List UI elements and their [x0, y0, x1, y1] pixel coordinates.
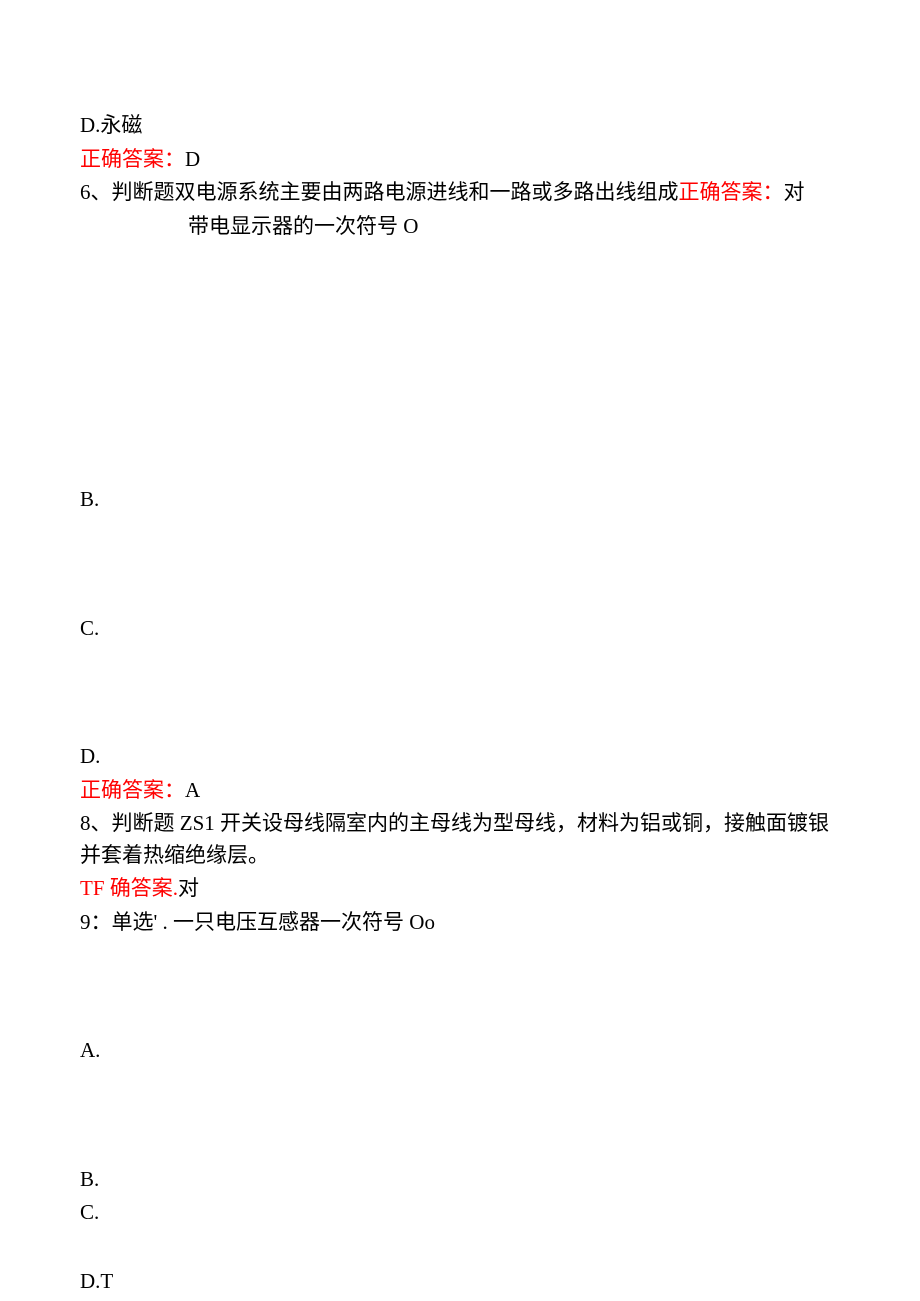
q7-option-d: D. — [80, 741, 840, 773]
q6-answer-label: 正确答案： — [679, 180, 784, 204]
spacer-1 — [80, 244, 840, 484]
q8-answer-value: 对 — [178, 876, 199, 900]
spacer-4 — [80, 940, 840, 1035]
q9-option-b: B. — [80, 1164, 840, 1196]
spacer-6 — [80, 1231, 840, 1266]
spacer-3 — [80, 646, 840, 741]
q7-option-b: B. — [80, 484, 840, 516]
q7-answer-line: 正确答案：A — [80, 775, 840, 807]
q9-option-c: C. — [80, 1197, 840, 1229]
q6-line: 6、判断题双电源系统主要由两路电源进线和一路或多路出线组成正确答案：对 — [80, 177, 840, 209]
q8-answer-label: TF 确答案. — [80, 876, 178, 900]
q8-answer-line: TF 确答案.对 — [80, 873, 840, 905]
q5-answer-label: 正确答案： — [80, 147, 185, 171]
q5-answer-value: D — [185, 147, 200, 171]
spacer-2 — [80, 518, 840, 613]
spacer-5 — [80, 1069, 840, 1164]
q9-option-d: D.T — [80, 1266, 840, 1298]
q7-answer-label: 正确答案： — [80, 778, 185, 802]
q6-question-text: 6、判断题双电源系统主要由两路电源进线和一路或多路出线组成 — [80, 180, 679, 204]
q5-answer-line: 正确答案：D — [80, 144, 840, 176]
q6-continuation: 带电显示器的一次符号 O — [80, 211, 840, 243]
q9-option-a: A. — [80, 1035, 840, 1067]
q9-question-text: 9：单选' . 一只电压互感器一次符号 Oo — [80, 907, 840, 939]
q6-answer-value: 对 — [784, 180, 805, 204]
q5-option-d: D.永磁 — [80, 110, 840, 142]
q8-question-text: 8、判断题 ZS1 开关设母线隔室内的主母线为型母线，材料为铝或铜，接触面镀银并… — [80, 808, 840, 871]
q7-option-c: C. — [80, 613, 840, 645]
q7-answer-value: A — [185, 778, 200, 802]
